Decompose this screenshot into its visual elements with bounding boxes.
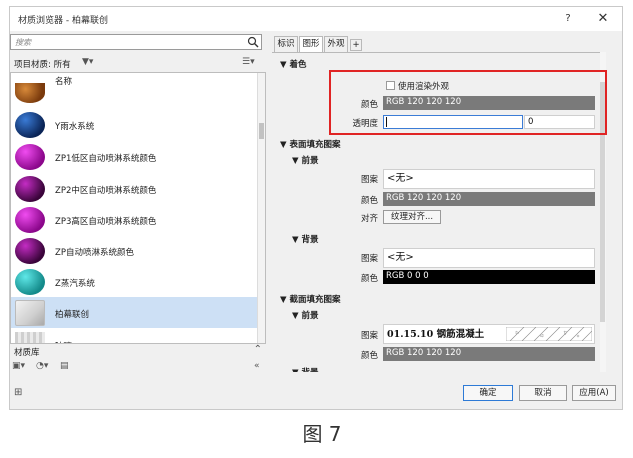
list-item-label: ZP自动喷淋系统颜色 <box>55 248 134 258</box>
list-item[interactable]: ZP3高区自动喷淋系统颜色 <box>11 204 257 235</box>
list-item-label: 柏幕联创 <box>55 310 90 320</box>
figure-caption: 图 7 <box>302 422 342 446</box>
window-title: 材质浏览器 - 柏幕联创 <box>18 16 108 26</box>
help-button[interactable]: ? <box>560 11 576 27</box>
search-input[interactable]: 搜索 <box>10 34 262 50</box>
cut-color-label: 颜色 <box>360 351 378 361</box>
close-button[interactable]: ✕ <box>594 10 612 28</box>
project-materials-label: 项目材质: 所有 <box>14 60 71 70</box>
surface-background-text: 背景 <box>301 235 319 245</box>
title-bar: 材质浏览器 - 柏幕联创 ? ✕ <box>10 7 622 31</box>
surface-bg-pattern-field[interactable]: <无> <box>383 248 595 268</box>
search-icon[interactable] <box>247 35 259 49</box>
list-item-label: ZP3高区自动喷淋系统颜色 <box>55 217 157 227</box>
list-item[interactable]: Z蒸汽系统 <box>11 266 257 297</box>
layout-icon[interactable]: ⊞ <box>14 387 22 398</box>
editor-icon[interactable]: ▤ <box>60 361 69 371</box>
cut-foreground-title[interactable]: ▼ 前景 <box>292 309 319 321</box>
add-tab-button[interactable]: + <box>350 39 362 51</box>
list-scrollbar-thumb[interactable] <box>259 123 264 139</box>
tab-appearance[interactable]: 外观 <box>324 36 348 52</box>
list-item-selected[interactable]: 柏幕联创 <box>11 297 257 328</box>
highlight-annotation-box <box>329 70 607 135</box>
blue-sphere-icon <box>15 112 45 138</box>
material-library-bar[interactable]: 材质库 ⌃ <box>10 344 266 358</box>
surface-pattern-title-text: 表面填充图案 <box>289 140 341 150</box>
surface-foreground-text: 前景 <box>301 156 319 166</box>
cut-pattern-section-title[interactable]: ▼ 截面填充图案 <box>280 293 341 305</box>
ok-button[interactable]: 确定 <box>463 385 513 401</box>
list-item[interactable]: 玻璃 <box>11 329 257 343</box>
collapse-up-icon[interactable]: ⌃ <box>254 344 262 355</box>
apply-button[interactable]: 应用(A) <box>572 385 616 401</box>
shading-section-title[interactable]: ▼ 着色 <box>280 58 307 70</box>
tab-identity[interactable]: 标识 <box>274 36 298 52</box>
create-material-icon[interactable]: ◔▾ <box>36 361 48 371</box>
list-item-label: ZP1低区自动喷淋系统颜色 <box>55 154 157 164</box>
shading-title-text: 着色 <box>289 60 307 70</box>
surface-color-field[interactable]: RGB 120 120 120 <box>383 192 595 206</box>
surface-align-label: 对齐 <box>360 214 378 224</box>
surface-bg-color-label: 颜色 <box>360 274 378 284</box>
list-item[interactable]: ZP自动喷淋系统颜色 <box>11 235 257 266</box>
purple-sphere-icon <box>15 238 45 264</box>
list-view-icon[interactable]: ☰▾ <box>242 57 260 69</box>
tab-graphics[interactable]: 图形 <box>299 36 323 52</box>
cut-background-title[interactable]: ▼ 背景 <box>292 366 319 372</box>
list-item-label: Z蒸汽系统 <box>55 279 95 289</box>
surface-pattern-label: 图案 <box>360 175 378 185</box>
cancel-button[interactable]: 取消 <box>519 385 567 401</box>
magenta-sphere-icon <box>15 144 45 170</box>
list-scrollbar[interactable] <box>257 73 265 343</box>
cut-color-field[interactable]: RGB 120 120 120 <box>383 347 595 361</box>
surface-pattern-section-title[interactable]: ▼ 表面填充图案 <box>280 138 341 150</box>
project-materials-header: 项目材质: 所有 ▼▾ ☰▾ <box>10 54 262 72</box>
surface-foreground-title[interactable]: ▼ 前景 <box>292 154 319 166</box>
list-item-label: Y雨水系统 <box>55 122 95 132</box>
texture-align-button[interactable]: 纹理对齐... <box>383 210 441 224</box>
concrete-hatch-icon <box>506 327 592 341</box>
surface-background-title[interactable]: ▼ 背景 <box>292 233 319 245</box>
cut-pattern-label: 图案 <box>360 331 378 341</box>
box-material-icon <box>15 300 45 326</box>
cut-pattern-field[interactable]: 01.15.10 钢筋混凝土 <box>383 324 595 344</box>
library-tools-bar: ▣▾ ◔▾ ▤ « <box>10 360 266 374</box>
surface-bg-pattern-label: 图案 <box>360 254 378 264</box>
surface-color-label: 颜色 <box>360 196 378 206</box>
list-item[interactable]: ZP1低区自动喷淋系统颜色 <box>11 141 257 172</box>
cut-background-text: 背景 <box>302 368 319 372</box>
list-item[interactable]: ZP2中区自动喷淋系统颜色 <box>11 173 257 204</box>
cut-pattern-title-text: 截面填充图案 <box>289 295 341 305</box>
name-column-header: 名称 <box>55 77 73 87</box>
open-library-icon[interactable]: ▣▾ <box>12 361 25 371</box>
material-library-label: 材质库 <box>14 348 40 358</box>
cut-pattern-value: 01.15.10 钢筋混凝土 <box>387 329 485 340</box>
surface-pattern-field[interactable]: <无> <box>383 169 595 189</box>
material-list: 名称 Y雨水系统 ZP1低区自动喷淋系统颜色 ZP2中区自动喷淋系统颜色 ZP3… <box>10 72 266 344</box>
teal-sphere-icon <box>15 269 45 295</box>
list-item-label: ZP2中区自动喷淋系统颜色 <box>55 186 157 196</box>
surface-bg-color-field[interactable]: RGB 0 0 0 <box>383 270 595 284</box>
filter-icon[interactable]: ▼▾ <box>82 57 98 69</box>
glass-material-icon <box>15 332 45 343</box>
list-item[interactable]: 名称 <box>11 73 257 104</box>
material-swatch-icon <box>15 83 45 103</box>
purple-sphere-icon <box>15 176 45 202</box>
cut-foreground-text: 前景 <box>301 311 319 321</box>
search-placeholder: 搜索 <box>15 38 31 47</box>
magenta-sphere-icon <box>15 207 45 233</box>
collapse-left-icon[interactable]: « <box>254 361 260 371</box>
list-item[interactable]: Y雨水系统 <box>11 109 257 140</box>
